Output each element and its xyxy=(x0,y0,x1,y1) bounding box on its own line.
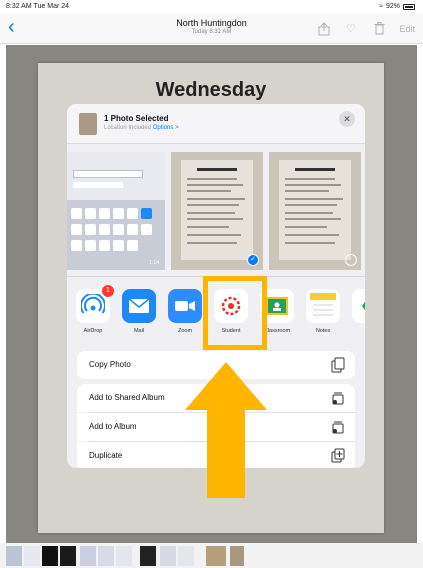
app-airdrop[interactable]: 1 AirDrop xyxy=(75,285,114,334)
photo-thumbnail-selected[interactable]: ✓ xyxy=(171,152,263,270)
photo-filmstrip xyxy=(0,543,423,568)
app-more[interactable] xyxy=(351,289,365,323)
heart-icon[interactable]: ♡ xyxy=(346,22,356,35)
highlight-box xyxy=(203,276,267,350)
app-zoom[interactable]: Zoom xyxy=(167,289,203,334)
edit-button[interactable]: Edit xyxy=(399,24,415,34)
wifi-icon: ≈ xyxy=(379,3,383,10)
mail-icon xyxy=(122,289,156,323)
share-sheet-header: 1 Photo Selected Location Included Optio… xyxy=(67,104,365,144)
nav-subtitle: Today 8:31 AM xyxy=(191,29,232,35)
share-sheet-title: 1 Photo Selected xyxy=(104,114,169,123)
thumb-duration: 1:14 xyxy=(149,260,159,266)
shared-album-icon xyxy=(331,390,345,406)
selected-check-icon: ✓ xyxy=(247,254,259,266)
zoom-icon xyxy=(168,289,202,323)
photo-thumbnail[interactable] xyxy=(269,152,361,270)
duplicate-icon xyxy=(331,448,345,464)
app-mail[interactable]: Mail xyxy=(121,289,157,334)
nav-title: North Huntingdon xyxy=(176,18,247,28)
share-sheet-subtitle: Location Included Options > xyxy=(104,125,179,131)
album-icon xyxy=(331,419,345,435)
photo-thumbnail[interactable]: 1:14 xyxy=(67,152,165,270)
unselected-circle-icon xyxy=(345,254,357,266)
status-time-date: 8:32 AM Tue Mar 24 xyxy=(6,3,70,10)
photo-picker-strip: 1:14 ✓ xyxy=(67,148,365,272)
close-icon[interactable]: ✕ xyxy=(339,111,355,127)
more-app-icon xyxy=(352,289,365,323)
battery-percent: 92% xyxy=(385,3,400,10)
app-notes[interactable]: Notes xyxy=(305,289,341,334)
options-link[interactable]: Options > xyxy=(153,125,179,131)
battery-icon xyxy=(403,3,415,10)
status-right: ≈ 92% xyxy=(379,3,415,10)
pointer-arrow-icon xyxy=(185,362,267,498)
paper-title: Wednesday xyxy=(155,79,267,101)
trash-icon[interactable] xyxy=(374,22,385,38)
share-icon[interactable] xyxy=(318,22,330,39)
navigation-bar: ‹ North Huntingdon Today 8:31 AM ♡ Edit xyxy=(0,14,423,44)
copy-icon xyxy=(331,357,345,373)
notification-badge: 1 xyxy=(102,285,114,297)
status-bar: 8:32 AM Tue Mar 24 ≈ 92% xyxy=(0,0,423,14)
notes-icon xyxy=(306,289,340,323)
keyboard-image: 1:14 xyxy=(67,200,165,270)
selected-photo-thumbnail xyxy=(79,113,97,135)
airdrop-icon: 1 xyxy=(76,285,114,323)
